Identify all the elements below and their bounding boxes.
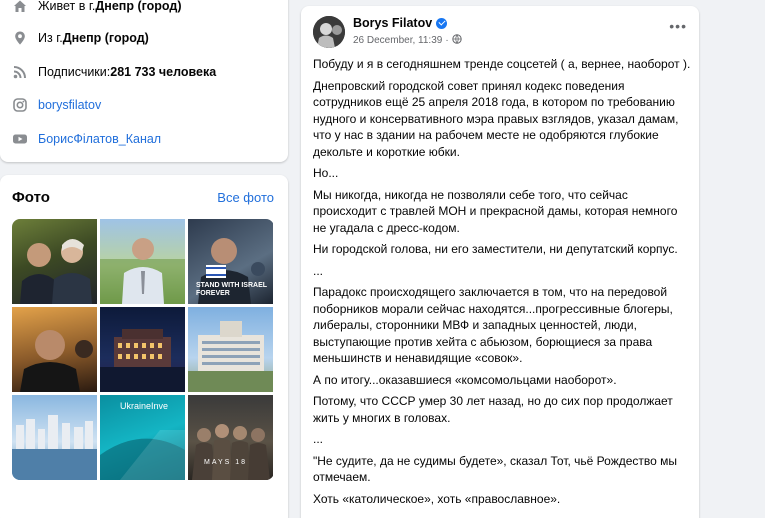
post-paragraph: ... [313,432,324,446]
post-paragraph: Но... [313,166,339,180]
verified-badge-icon [436,17,448,29]
youtube-icon [12,131,28,147]
photo-thumbnail[interactable] [100,219,185,304]
instagram-link[interactable]: borysfilatov [38,98,101,112]
post-author[interactable]: Borys Filatov [353,16,448,30]
photo-caption: STAND WITH ISRAEL FOREVER [196,282,267,297]
photo-thumbnail[interactable]: UkraineInve [100,395,185,480]
from-row: Из г. Днепр (город) [12,30,149,46]
photo-caption: MAYS 18 [204,459,248,466]
lives-in-row: Живет в г. Днепр (город) [12,0,182,14]
post-body: Побуду и я в сегодняшнем тренде соцсетей… [313,56,691,512]
home-icon [12,0,28,14]
from-prefix: Из г. [38,31,63,45]
post-paragraph: Мы никогда, никогда не позволяли себе то… [313,187,678,235]
photo-thumbnail[interactable]: STAND WITH ISRAEL FOREVER [188,219,273,304]
photo-thumbnail[interactable] [12,307,97,392]
followers-count: 281 733 человека [110,65,217,79]
post-meta: 26 December, 11:39 · [353,34,462,47]
location-pin-icon [12,30,28,46]
see-all-photos-link[interactable]: Все фото [217,190,274,205]
post-paragraph: ... [313,263,324,278]
post-paragraph: Потому, что СССР умер 30 лет назад, но д… [313,394,673,425]
post-date[interactable]: 26 December, 11:39 [353,35,442,46]
intro-card: Живет в г. Днепр (город) Из г. Днепр (го… [0,0,288,162]
post-card: Borys Filatov 26 December, 11:39 · ••• П… [301,6,699,518]
photo-thumbnail[interactable] [12,219,97,304]
meta-separator: · [445,35,449,46]
photos-card: Фото Все фото STAND WITH ISRAEL FOREVER … [0,175,288,518]
globe-icon [451,34,462,47]
photo-thumbnail[interactable]: MAYS 18 [188,395,273,480]
instagram-icon [12,97,28,113]
photo-thumbnail[interactable] [188,307,273,392]
from-city[interactable]: Днепр (город) [63,31,149,45]
rss-icon [12,64,28,80]
post-paragraph: "Не судите, да не судимы будете», сказал… [313,453,678,485]
post-paragraph: Хоть «католическое», хоть «православное»… [313,491,561,506]
photo-grid: STAND WITH ISRAEL FOREVER UkraineInve MA… [12,219,274,480]
photos-title: Фото [12,189,50,206]
photo-thumbnail[interactable] [12,395,97,480]
avatar[interactable] [313,16,345,48]
lives-in-prefix: Живет в г. [38,0,96,13]
youtube-link[interactable]: БорисФілатов_Канал [38,132,161,146]
followers-row: Подписчики: 281 733 человека [12,64,216,80]
post-paragraph: А по итогу...оказавшиеся «комсомольцами … [313,372,617,387]
post-paragraph: Днепровский городской совет принял кодек… [313,78,679,159]
photo-thumbnail[interactable] [100,307,185,392]
post-paragraph: Ни городской голова, ни его заместители,… [313,242,678,256]
followers-prefix: Подписчики: [38,65,111,79]
photo-caption: UkraineInve [120,401,169,411]
lives-in-city[interactable]: Днепр (город) [95,0,181,13]
instagram-row[interactable]: borysfilatov [12,97,101,113]
more-options-icon[interactable]: ••• [669,18,687,34]
post-author-name[interactable]: Borys Filatov [353,16,432,30]
youtube-row[interactable]: БорисФілатов_Канал [12,131,161,147]
post-paragraph: Побуду и я в сегодняшнем тренде соцсетей… [313,57,691,71]
post-paragraph: Парадокс происходящего заключается в том… [313,285,673,365]
